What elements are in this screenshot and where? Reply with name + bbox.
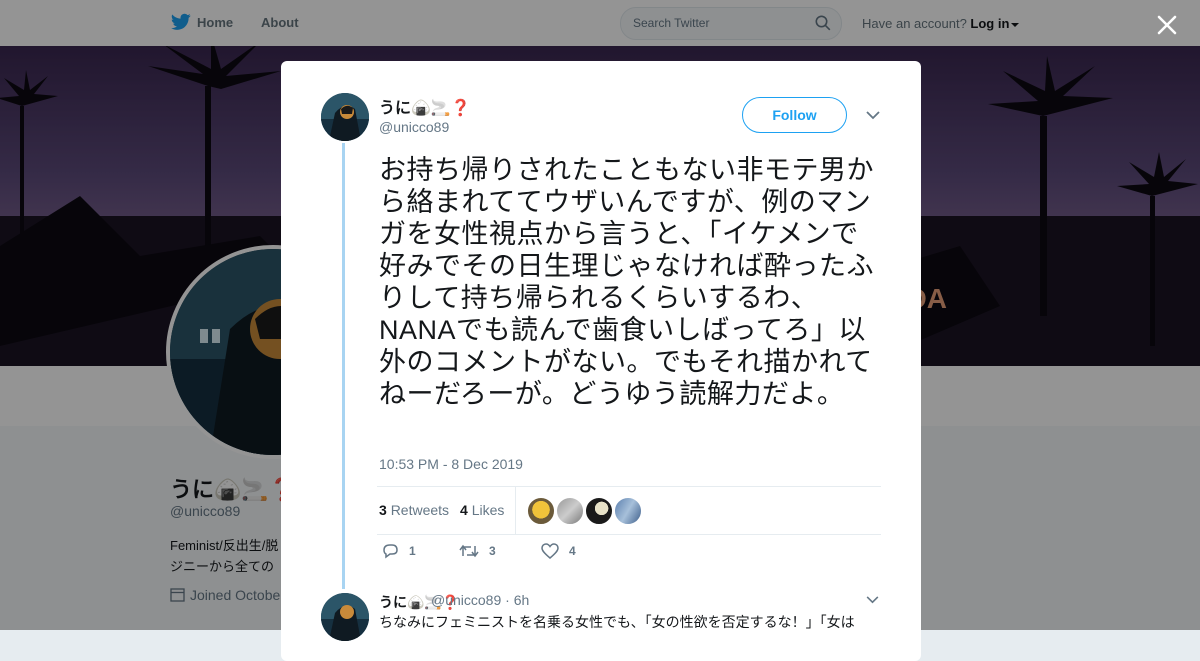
follow-button[interactable]: Follow [742,97,847,133]
reply-icon [383,544,398,559]
stats-divider [515,487,516,534]
reply-text: ちなみにフェミニストを名乗る女性でも、「女の性欲を否定するな！」「女は [379,614,855,630]
tweet-stats: 3 Retweets 4 Likes [377,486,881,535]
liker-avatar[interactable] [585,497,613,525]
thread-line [342,143,345,589]
reply-meta: @unicco89 · 6h [431,592,529,608]
retweet-icon [459,544,479,558]
liker-avatar[interactable] [556,497,584,525]
tweet-text: お持ち帰りされたこともない非モテ男から絡まれててウザいんですが、例のマンガを女性… [379,155,874,409]
likes-label: Likes [471,502,505,518]
tweet-modal: うに🍙🚬❓ @unicco89 Follow お持ち帰りされたこともない非モテ男… [281,61,921,661]
chevron-down-icon[interactable] [866,111,880,120]
retweets-label: Retweets [390,502,450,518]
tweet-author-name[interactable]: うに🍙🚬❓ [379,94,471,118]
retweet-count: 3 [489,544,496,558]
chevron-down-icon[interactable] [866,596,879,604]
liker-avatar[interactable] [614,497,642,525]
likes-count: 4 [460,502,468,518]
close-icon[interactable] [1155,13,1179,37]
likes-stat[interactable]: 4 Likes [460,502,504,518]
tweet-author-handle[interactable]: @unicco89 [379,119,449,135]
retweets-stat[interactable]: 3 Retweets [379,502,449,518]
tweet-avatar[interactable] [321,93,369,141]
reply-action[interactable]: 1 [382,543,416,559]
heart-icon [541,543,559,559]
reply-avatar[interactable] [321,593,369,641]
like-count: 4 [569,544,576,558]
reply-time[interactable]: · 6h [505,592,529,608]
reply-author-handle[interactable]: @unicco89 [431,592,501,608]
like-action[interactable]: 4 [541,543,576,559]
retweets-count: 3 [379,502,387,518]
retweet-action[interactable]: 3 [459,543,496,559]
tweet-timestamp[interactable]: 10:53 PM - 8 Dec 2019 [379,456,523,472]
liker-avatar[interactable] [527,497,555,525]
reply-count: 1 [409,544,416,558]
